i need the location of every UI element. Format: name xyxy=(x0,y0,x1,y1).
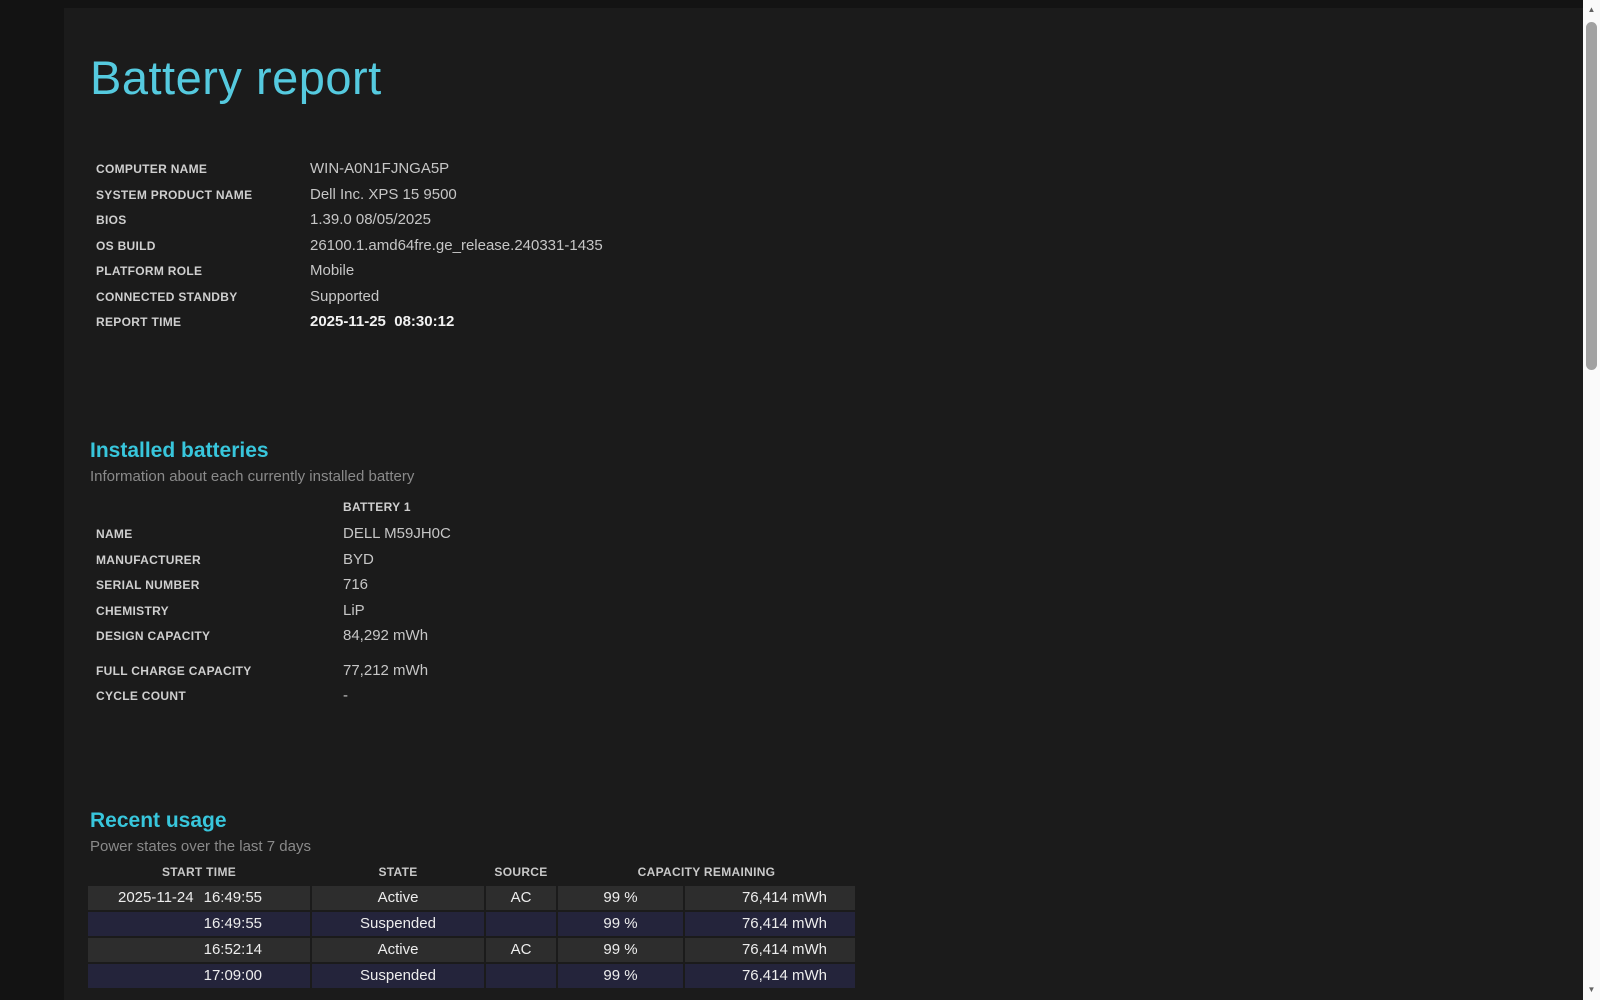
platform-role-value: Mobile xyxy=(310,262,355,280)
info-label: CONNECTED STANDBY xyxy=(96,289,238,304)
battery-1-column-header: BATTERY 1 xyxy=(343,499,411,514)
recent-usage-heading: Recent usage xyxy=(90,808,227,832)
manufacturer-value: BYD xyxy=(343,550,374,568)
page-title: Battery report xyxy=(90,51,382,104)
installed-batteries-heading: Installed batteries xyxy=(90,438,269,462)
capacity-remaining-column-header: CAPACITY REMAINING xyxy=(637,864,776,879)
os-build-value: 26100.1.amd64fre.ge_release.240331-1435 xyxy=(310,236,603,254)
system-info-row: BIOS 1.39.0 08/05/2025 xyxy=(96,211,1583,237)
info-label: OS BUILD xyxy=(96,238,156,253)
computer-name-value: WIN-A0N1FJNGA5P xyxy=(310,160,450,178)
design-capacity-value: 84,292 mWh xyxy=(343,627,429,645)
battery-info-row: CHEMISTRY LiP xyxy=(96,602,1583,628)
installed-batteries-subtitle: Information about each currently install… xyxy=(90,467,415,485)
full-charge-capacity-value: 77,212 mWh xyxy=(343,661,429,679)
start-date: 2025-11-24 xyxy=(117,889,194,907)
info-label: MANUFACTURER xyxy=(96,552,201,567)
info-label: SYSTEM PRODUCT NAME xyxy=(96,187,253,202)
start-time: 16:52:14 xyxy=(203,941,262,959)
info-label: FULL CHARGE CAPACITY xyxy=(96,663,252,678)
info-label: NAME xyxy=(96,527,133,542)
start-time-cell: 16:49:55 xyxy=(88,911,310,936)
report-time-value: 2025-11-25 08:30:12 xyxy=(310,313,455,331)
recent-usage-subtitle: Power states over the last 7 days xyxy=(90,837,311,855)
info-label: PLATFORM ROLE xyxy=(96,264,203,279)
info-label: CYCLE COUNT xyxy=(96,689,186,704)
state-cell: Active xyxy=(312,885,484,910)
installed-batteries-section: Installed batteries Information about ea… xyxy=(90,437,1583,713)
system-info-row: SYSTEM PRODUCT NAME Dell Inc. XPS 15 950… xyxy=(96,186,1583,212)
usage-table-header-row: START TIME STATE SOURCE CAPACITY REMAINI… xyxy=(88,865,857,886)
connected-standby-value: Supported xyxy=(310,287,380,305)
source-cell xyxy=(486,911,556,936)
start-time-column-header: START TIME xyxy=(161,864,237,879)
system-product-name-value: Dell Inc. XPS 15 9500 xyxy=(310,185,457,203)
report-content: Battery report COMPUTER NAME WIN-A0N1FJN… xyxy=(64,50,1583,988)
start-time-cell: 16:52:14 xyxy=(88,937,310,962)
battery-info-row: DESIGN CAPACITY 84,292 mWh xyxy=(96,627,1583,653)
capacity-percent-cell: 99 % xyxy=(558,937,683,962)
system-info-row: COMPUTER NAME WIN-A0N1FJNGA5P xyxy=(96,160,1583,186)
system-info-row: OS BUILD 26100.1.amd64fre.ge_release.240… xyxy=(96,237,1583,263)
usage-table-body: 2025-11-24 16:49:55 Active AC 99 % 76,41… xyxy=(88,885,857,988)
system-info-row: REPORT TIME 2025-11-25 08:30:12 xyxy=(96,313,1583,339)
capacity-mwh-cell: 76,414 mWh xyxy=(685,885,855,910)
state-cell: Suspended xyxy=(312,911,484,936)
info-label: BIOS xyxy=(96,213,127,228)
battery-info-table: BATTERY 1 NAME DELL M59JH0C MANUFACTURER… xyxy=(96,500,1583,713)
info-label: DESIGN CAPACITY xyxy=(96,629,211,644)
capacity-percent-cell: 99 % xyxy=(558,911,683,936)
state-cell: Suspended xyxy=(312,963,484,988)
start-time: 16:49:55 xyxy=(203,915,262,933)
battery-info-row: MANUFACTURER BYD xyxy=(96,551,1583,577)
system-info-row: PLATFORM ROLE Mobile xyxy=(96,262,1583,288)
bios-value: 1.39.0 08/05/2025 xyxy=(310,211,431,229)
capacity-percent-cell: 99 % xyxy=(558,963,683,988)
info-label: SERIAL NUMBER xyxy=(96,578,200,593)
state-cell: Active xyxy=(312,937,484,962)
info-label: CHEMISTRY xyxy=(96,603,169,618)
capacity-mwh-cell: 76,414 mWh xyxy=(685,963,855,988)
capacity-mwh-cell: 76,414 mWh xyxy=(685,937,855,962)
scroll-up-icon[interactable]: ▲ xyxy=(1583,5,1600,15)
serial-number-value: 716 xyxy=(343,576,369,594)
battery-name-value: DELL M59JH0C xyxy=(343,525,451,543)
capacity-mwh-cell: 76,414 mWh xyxy=(685,911,855,936)
battery-info-row: SERIAL NUMBER 716 xyxy=(96,576,1583,602)
info-label: COMPUTER NAME xyxy=(96,162,208,177)
recent-usage-section: Recent usage Power states over the last … xyxy=(88,807,1583,988)
start-time-cell: 2025-11-24 16:49:55 xyxy=(88,885,310,910)
info-label: REPORT TIME xyxy=(96,315,182,330)
battery-info-row: NAME DELL M59JH0C xyxy=(96,525,1583,551)
battery-report-page: Battery report COMPUTER NAME WIN-A0N1FJN… xyxy=(64,8,1583,1000)
chemistry-value: LiP xyxy=(343,601,365,619)
recent-usage-table: START TIME STATE SOURCE CAPACITY REMAINI… xyxy=(88,865,857,988)
cycle-count-value: - xyxy=(343,687,348,705)
source-cell: AC xyxy=(486,885,556,910)
scroll-down-icon[interactable]: ▼ xyxy=(1583,985,1600,995)
system-info-table: COMPUTER NAME WIN-A0N1FJNGA5P SYSTEM PRO… xyxy=(96,160,1583,339)
start-time-cell: 17:09:00 xyxy=(88,963,310,988)
state-column-header: STATE xyxy=(378,864,418,879)
source-column-header: SOURCE xyxy=(494,864,548,879)
system-info-row: CONNECTED STANDBY Supported xyxy=(96,288,1583,314)
start-time: 17:09:00 xyxy=(203,967,262,985)
battery-info-row: FULL CHARGE CAPACITY 77,212 mWh xyxy=(96,662,1583,688)
battery-column-header-row: BATTERY 1 xyxy=(96,500,1583,526)
start-time: 16:49:55 xyxy=(203,889,262,907)
source-cell: AC xyxy=(486,937,556,962)
source-cell xyxy=(486,963,556,988)
vertical-scrollbar[interactable]: ▲ ▼ xyxy=(1583,0,1600,1000)
scrollbar-thumb[interactable] xyxy=(1586,22,1597,370)
battery-info-row: CYCLE COUNT - xyxy=(96,687,1583,713)
capacity-percent-cell: 99 % xyxy=(558,885,683,910)
